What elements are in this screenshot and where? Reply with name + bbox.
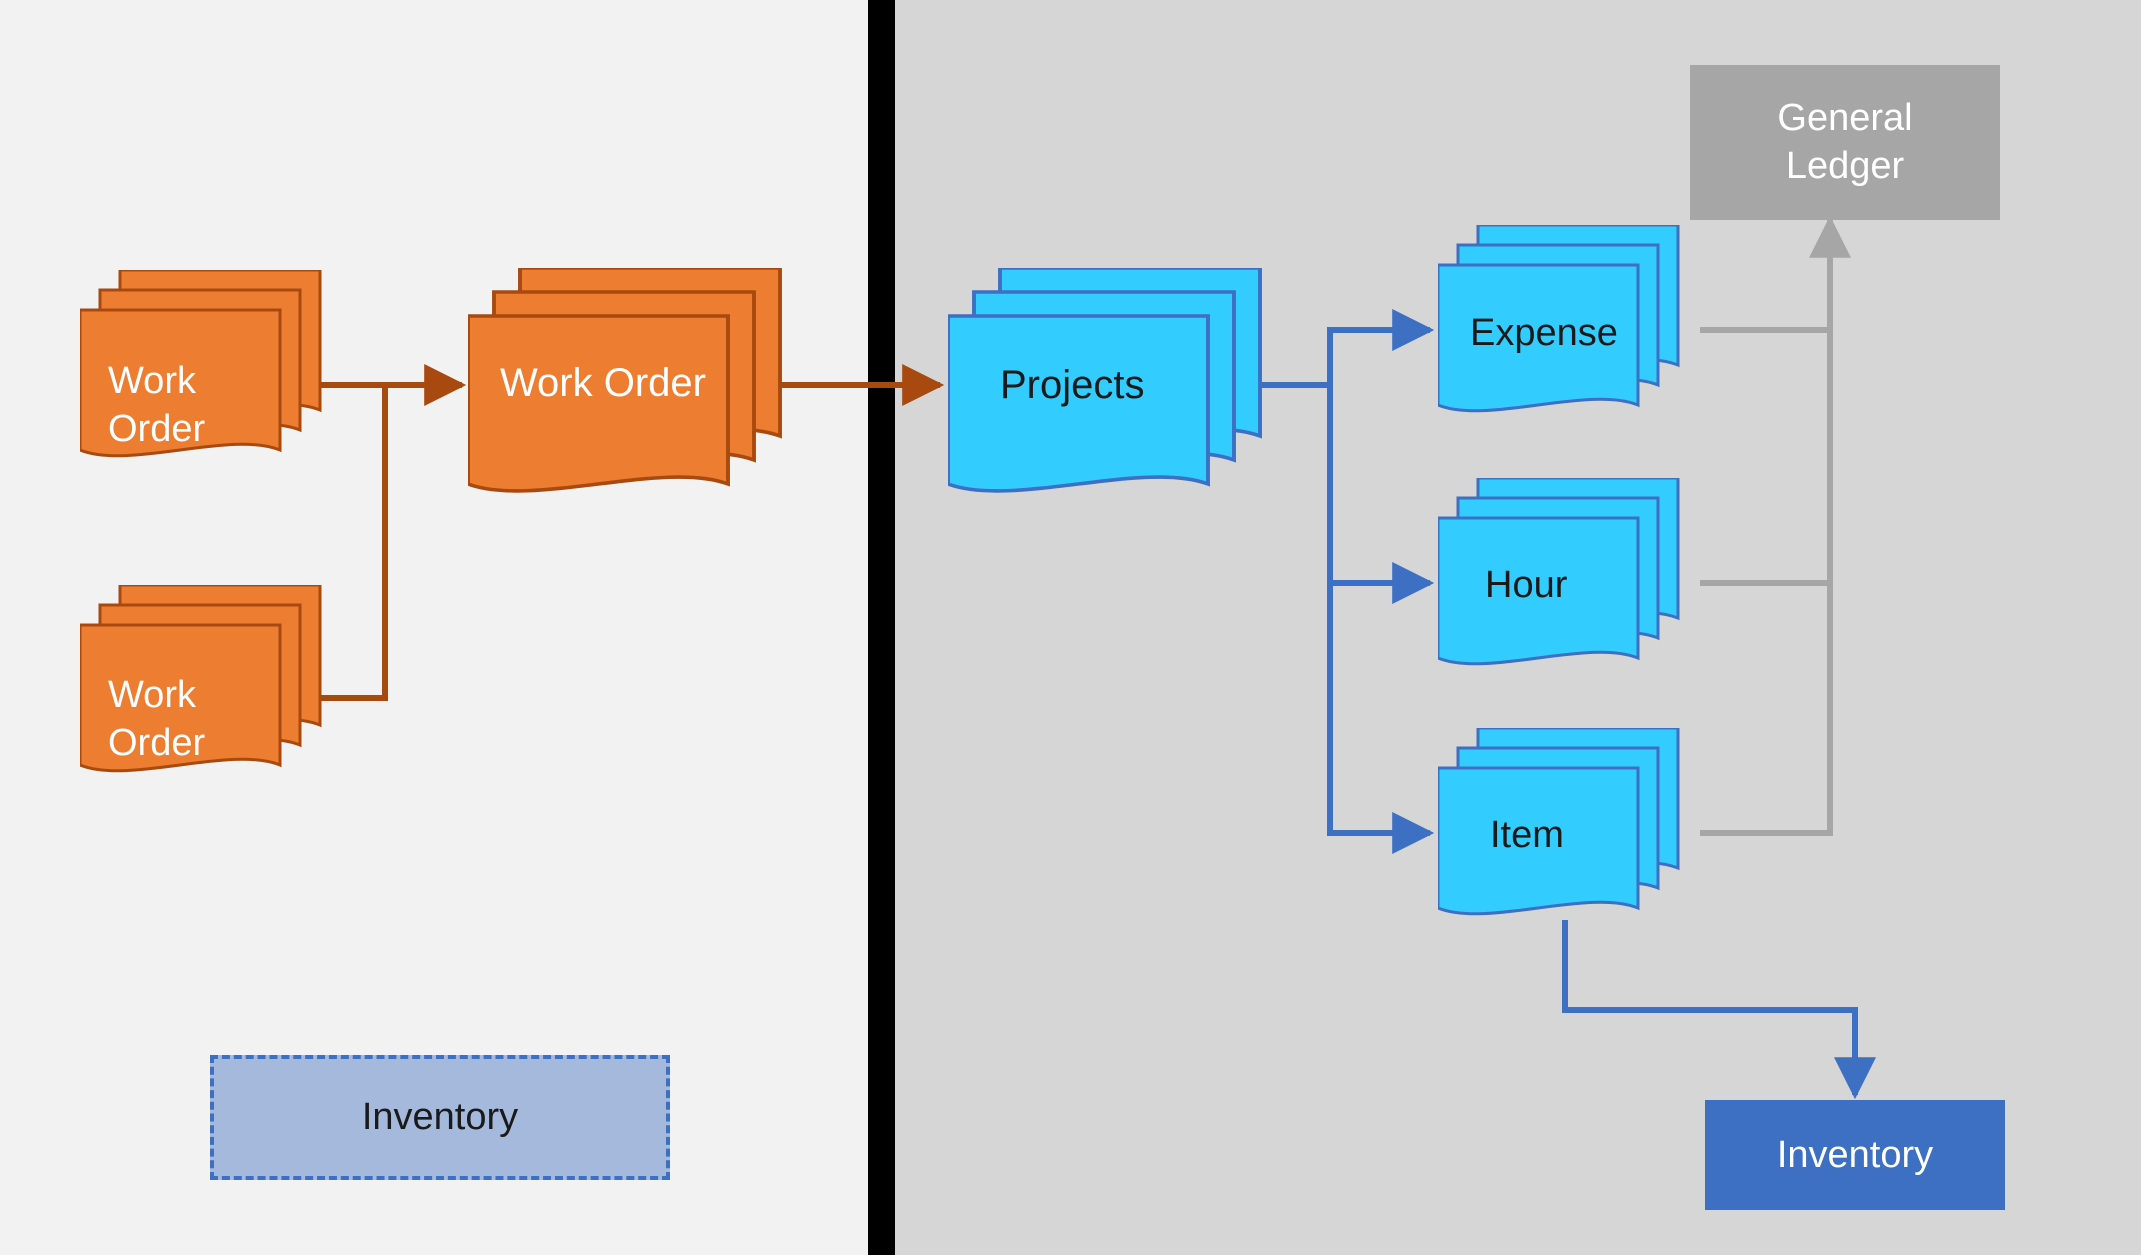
- hour-label: Hour: [1485, 562, 1567, 610]
- item-node: [1438, 728, 1698, 938]
- projects-label: Projects: [1000, 360, 1145, 410]
- inventory-right-label: Inventory: [1777, 1134, 1933, 1177]
- general-ledger-label: General Ledger: [1777, 95, 1912, 190]
- inventory-box-right: Inventory: [1705, 1100, 2005, 1210]
- item-label: Item: [1490, 812, 1564, 860]
- inventory-left-label: Inventory: [362, 1096, 518, 1139]
- work-order-1-label: Work Order: [108, 358, 205, 453]
- diagram-canvas: Work Order Work Order Work Order Project…: [0, 0, 2141, 1255]
- work-order-main-label: Work Order: [500, 358, 706, 408]
- work-order-2-label: Work Order: [108, 672, 205, 767]
- vertical-divider: [868, 0, 895, 1255]
- general-ledger-box: General Ledger: [1690, 65, 2000, 220]
- inventory-box-left: Inventory: [210, 1055, 670, 1180]
- hour-node: [1438, 478, 1698, 688]
- expense-label: Expense: [1470, 310, 1618, 358]
